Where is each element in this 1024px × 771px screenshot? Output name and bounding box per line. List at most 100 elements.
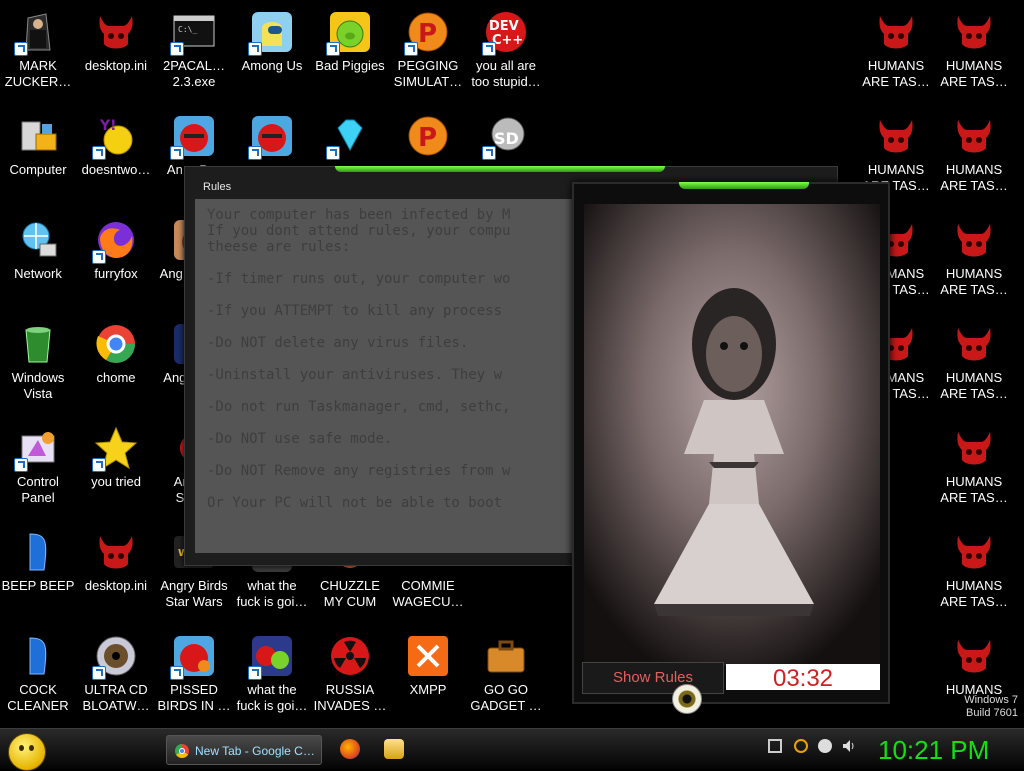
desktop-icon-you-tried[interactable]: you tried — [78, 420, 154, 490]
desktop-icon-humans-4[interactable]: HUMANS ARE TAS… — [936, 108, 1012, 194]
svg-text:P: P — [418, 19, 437, 49]
desktop-icon-label: furryfox — [94, 266, 138, 281]
explorer-folder-icon[interactable] — [384, 739, 404, 759]
desktop-icon-label: doesntwo… — [81, 162, 151, 177]
red-demon-icon — [874, 114, 918, 158]
desktop-icon-mark-zucker[interactable]: MARK ZUCKER… — [0, 4, 76, 90]
desktop-icon-humans-11[interactable]: HUMANS — [936, 628, 1012, 698]
rules-line: Your computer has been infected by M — [207, 207, 511, 223]
chrome-icon — [175, 744, 189, 758]
red-demon-icon — [952, 426, 996, 470]
svg-text:SD: SD — [494, 129, 519, 148]
desktop-icon-computer[interactable]: Computer — [0, 108, 76, 178]
desktop-icon-pegging-2[interactable]: P — [390, 108, 466, 162]
desktop-icon-pissed-birds[interactable]: PISSED BIRDS IN … — [156, 628, 232, 714]
desktop-icon-cock-cleaner[interactable]: COCK CLEANER — [0, 628, 76, 714]
desktop-icon-label: Angry Birds Star Wars — [160, 578, 228, 609]
desktop-icon-among-us[interactable]: Among Us — [234, 4, 310, 74]
desktop-icon-xmpp[interactable]: XMPP — [390, 628, 466, 698]
desktop-icon-what-the-2[interactable]: what the fuck is goi… — [234, 628, 310, 714]
desktop-icon-label: what the fuck is goi… — [236, 578, 308, 609]
desktop-icon-humans-10[interactable]: HUMANS ARE TAS… — [936, 524, 1012, 610]
desktop-icon-go-go-gadget[interactable]: GO GO GADGET … — [468, 628, 544, 714]
show-rules-button[interactable]: Show Rules — [582, 662, 724, 694]
svg-text:Y!: Y! — [99, 118, 117, 134]
desktop-icon-label: BEEP BEEP — [1, 578, 75, 593]
desktop-icon-label: Control Panel — [17, 474, 59, 505]
desktop-icon-humans-9[interactable]: HUMANS ARE TAS… — [936, 420, 1012, 506]
network-tray-icon[interactable] — [768, 739, 782, 753]
desktop-icon-doesntwo[interactable]: Y! doesntwo… — [78, 108, 154, 178]
desktop-icon-label: chome — [96, 370, 136, 385]
desktop-icon-label: you all are too stupid… — [471, 58, 541, 89]
control-panel-icon — [14, 426, 60, 472]
desktop-icon-pegging-simulator[interactable]: P PEGGING SIMULAT… — [390, 4, 466, 90]
messenger-tray-icon[interactable] — [818, 739, 832, 753]
desktop-icon-you-all-are[interactable]: DEV C++ you all are too stupid… — [468, 4, 544, 90]
search-icon[interactable] — [794, 739, 808, 753]
pissed-birds-icon — [170, 634, 216, 680]
console-exe-icon: C:\_ — [170, 10, 216, 56]
red-demon-icon — [952, 530, 996, 574]
desktop-icon-angry-birds-2[interactable] — [234, 108, 310, 162]
taskbar-item-chrome[interactable]: New Tab - Google C… — [166, 735, 322, 765]
gold-star-icon — [92, 426, 138, 472]
desktop-icon-label: 2PACAL… 2.3.exe — [163, 58, 225, 89]
desktop-icon-label: desktop.ini — [84, 578, 148, 593]
red-demon-icon — [874, 10, 918, 54]
red-demon-icon — [94, 10, 138, 54]
blue-bin-icon — [16, 530, 60, 574]
window-title: Rules — [203, 181, 232, 193]
countdown-timer: 03:32 — [726, 664, 880, 690]
taskbar: New Tab - Google C… 10:21 PM — [0, 728, 1024, 771]
cd-disc-icon — [92, 634, 138, 680]
desktop-icon-russia-invades[interactable]: RUSSIA INVADES … — [312, 628, 388, 714]
os-build: Build 7601 — [966, 707, 1018, 719]
desktop-icon-label: PEGGING SIMULAT… — [393, 58, 463, 89]
start-button[interactable] — [8, 733, 46, 771]
desktop-icon-furryfox[interactable]: furryfox — [78, 212, 154, 282]
desktop-icon-control-panel[interactable]: Control Panel — [0, 420, 76, 506]
taskbar-clock[interactable]: 10:21 PM — [878, 733, 989, 767]
desktop-icon-humans-8[interactable]: HUMANS ARE TAS… — [936, 316, 1012, 402]
desktop-icon-label: what the fuck is goi… — [236, 682, 308, 713]
desktop-icon-gem[interactable] — [312, 108, 388, 162]
desktop-icon-windows-vista[interactable]: Windows Vista — [0, 316, 76, 402]
svg-text:C:\_: C:\_ — [178, 25, 197, 34]
desktop-icon-label: RUSSIA INVADES … — [313, 682, 387, 713]
red-demon-icon — [952, 322, 996, 366]
desktop-icon-label: GO GO GADGET … — [470, 682, 542, 713]
timer-window[interactable]: Show Rules 03:32 — [572, 182, 890, 704]
desktop-icon-chome[interactable]: chome — [78, 316, 154, 386]
os-watermark: Windows 7 Build 7601 — [964, 694, 1018, 720]
angry-birds-icon — [248, 114, 294, 160]
chrome-icon — [94, 322, 138, 366]
rules-line: theese are rules: — [207, 239, 351, 255]
angry-birds-icon — [170, 114, 216, 160]
red-demon-icon — [952, 114, 996, 158]
desktop-icon-2pacal[interactable]: C:\_ 2PACAL… 2.3.exe — [156, 4, 232, 90]
desktop-icon-desktop-ini[interactable]: desktop.ini — [78, 4, 154, 74]
computer-icon — [16, 114, 60, 158]
desktop-icon-ultra-cd[interactable]: ULTRA CD BLOATW… — [78, 628, 154, 714]
desktop-icon-humans-6[interactable]: HUMANS ARE TAS… — [936, 212, 1012, 298]
firefox-icon — [92, 218, 138, 264]
desktop-icon-humans-1[interactable]: HUMANS ARE TAS… — [858, 4, 934, 90]
desktop-icon-sd-gear[interactable]: SD — [468, 108, 544, 162]
red-demon-icon — [94, 530, 138, 574]
briefcase-icon — [484, 634, 528, 678]
window-accent-bar — [335, 166, 665, 172]
red-demon-icon — [952, 634, 996, 678]
desktop-icon-network[interactable]: Network — [0, 212, 76, 282]
volume-icon[interactable] — [842, 739, 856, 753]
window-accent-bar — [679, 182, 809, 189]
recycle-bin-icon — [16, 322, 60, 366]
desktop-icon-label: Computer — [9, 162, 67, 177]
desktop-icon-label: Network — [14, 266, 62, 281]
desktop-icon-bad-piggies[interactable]: Bad Piggies — [312, 4, 388, 74]
svg-text:C++: C++ — [492, 33, 523, 48]
desktop-icon-desktop-ini-2[interactable]: desktop.ini — [78, 524, 154, 594]
desktop-icon-humans-2[interactable]: HUMANS ARE TAS… — [936, 4, 1012, 90]
desktop-icon-beep-beep[interactable]: BEEP BEEP — [0, 524, 76, 594]
firefox-icon[interactable] — [340, 739, 360, 759]
